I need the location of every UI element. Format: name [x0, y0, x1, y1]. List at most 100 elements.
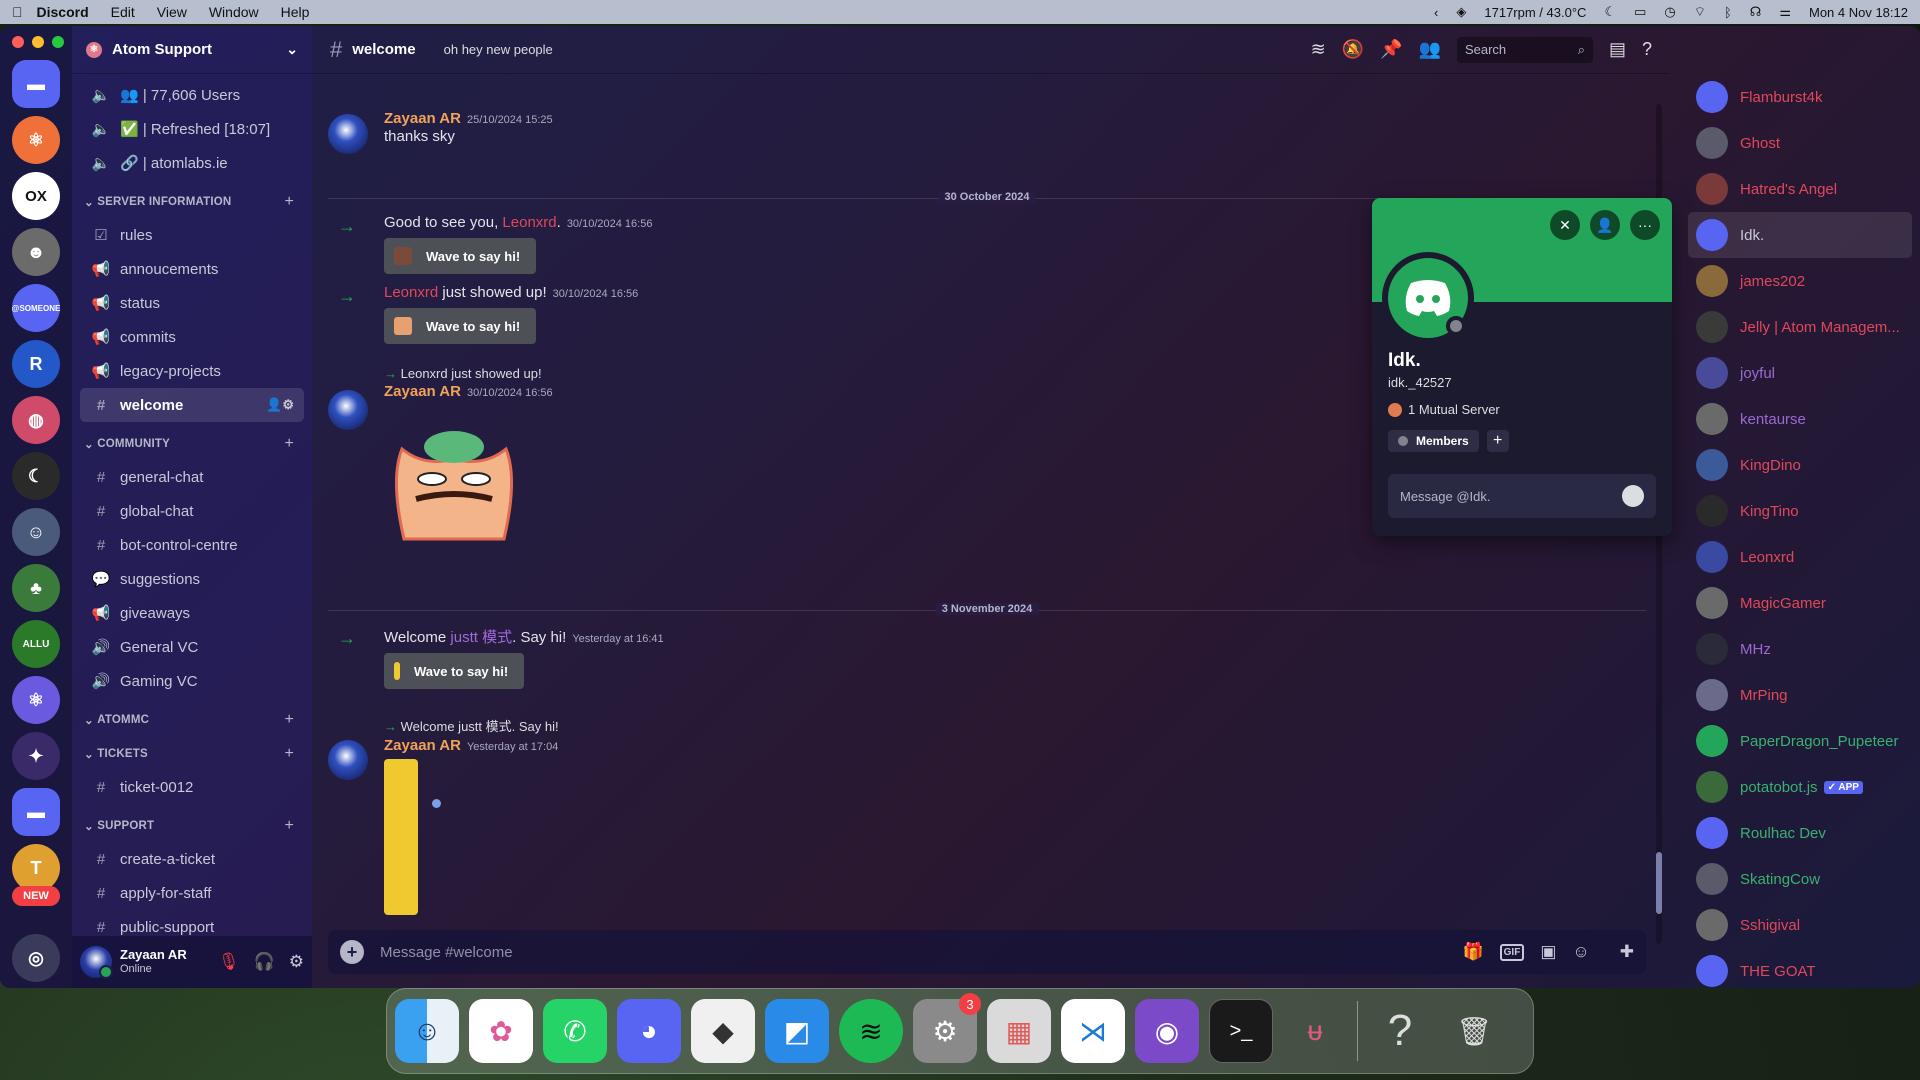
trash-icon[interactable]: 🗑	[1442, 999, 1506, 1063]
vscode-icon[interactable]: ⋊	[1061, 999, 1125, 1063]
atom-support-server-icon[interactable]: ⚛	[12, 116, 60, 164]
server-header[interactable]: ⚛ Atom Support ⌄	[72, 26, 312, 74]
menu-help[interactable]: Help	[281, 4, 310, 20]
direct-messages-folder-icon[interactable]: ▬	[12, 60, 60, 108]
message-input[interactable]: Message #welcome	[380, 944, 513, 961]
discord-icon[interactable]: ◕	[617, 999, 681, 1063]
profile-avatar[interactable]	[1382, 252, 1474, 344]
image-attachment[interactable]	[384, 759, 444, 915]
replied-message-preview[interactable]: Welcome justt 模式. Say hi!	[401, 719, 559, 734]
sparkle-server-icon[interactable]: ✦	[12, 732, 60, 780]
clock-icon[interactable]: ◷	[1664, 4, 1675, 20]
member-item[interactable]: MHz	[1688, 626, 1912, 672]
control-center-icon[interactable]: ⚌	[1779, 4, 1791, 20]
channel-general-chat[interactable]: # general-chat	[80, 460, 304, 494]
channel-suggestions[interactable]: 💬 suggestions	[80, 562, 304, 596]
someone-server-icon[interactable]: @SOMEONE	[12, 284, 60, 332]
terminal-icon[interactable]: >_	[1209, 999, 1273, 1063]
whatsapp-icon[interactable]: ✆	[543, 999, 607, 1063]
member-item[interactable]: SkatingCow	[1688, 856, 1912, 902]
minimize-window-button[interactable]	[32, 36, 44, 48]
channel-welcome[interactable]: # welcome 👤⚙	[80, 388, 304, 422]
roblox-icon[interactable]: ◆	[691, 999, 755, 1063]
moon-icon[interactable]: ☾	[1604, 4, 1616, 20]
channel-commits[interactable]: 📢 commits	[80, 320, 304, 354]
launchpad-icon[interactable]: ▦	[987, 999, 1051, 1063]
category-support[interactable]: ⌄ SUPPORT +	[80, 814, 304, 838]
member-item[interactable]: THE GOAT	[1688, 948, 1912, 988]
roblox-studio-icon[interactable]: ◩	[765, 999, 829, 1063]
channel-users-count[interactable]: 🔈 👥 | 77,606 Users	[80, 78, 304, 112]
menu-view[interactable]: View	[157, 4, 187, 20]
menu-app-name[interactable]: Discord	[37, 4, 89, 20]
scrollbar-thumb[interactable]	[1656, 852, 1662, 914]
chevron-down-icon[interactable]: ⌄	[286, 41, 298, 58]
santa-server-icon[interactable]: ♣	[12, 564, 60, 612]
channel-topic[interactable]: oh hey new people	[444, 42, 553, 57]
channel-rules[interactable]: ☑ rules	[80, 218, 304, 252]
finder-icon[interactable]: ☺	[395, 999, 459, 1063]
gift-icon[interactable]: 🎁	[1462, 942, 1483, 962]
block-icon[interactable]: ✕	[1550, 210, 1580, 240]
add-channel-icon[interactable]: +	[284, 435, 294, 453]
close-window-button[interactable]	[12, 36, 24, 48]
channel-ticket-0012[interactable]: # ticket-0012	[80, 770, 304, 804]
member-item[interactable]: KingDino	[1688, 442, 1912, 488]
joined-user-name[interactable]: Leonxrd	[384, 284, 438, 301]
add-friend-icon[interactable]: 👤	[1590, 210, 1620, 240]
message-author[interactable]: Zayaan AR	[384, 737, 461, 754]
server-avatar-icon[interactable]: ☻	[12, 228, 60, 276]
message-composer[interactable]: + Message #welcome 🎁 GIF ▣ ☺ ✚	[328, 930, 1646, 974]
mic-muted-icon[interactable]: 🎙	[218, 952, 240, 972]
member-item[interactable]: MrPing	[1688, 672, 1912, 718]
channel-status[interactable]: 📢 status	[80, 286, 304, 320]
zoom-window-button[interactable]	[52, 36, 64, 48]
allu-server-icon[interactable]: ALLU	[12, 620, 60, 668]
rainbow-server-icon[interactable]: T	[12, 844, 60, 892]
channel-global-chat[interactable]: # global-chat	[80, 494, 304, 528]
channel-general-vc[interactable]: 🔊 General VC	[80, 630, 304, 664]
member-list-icon[interactable]: 👥	[1419, 39, 1441, 60]
role-chip[interactable]: Members	[1388, 430, 1479, 452]
category-server-information[interactable]: ⌄ SERVER INFORMATION +	[80, 190, 304, 214]
channel-gaming-vc[interactable]: 🔊 Gaming VC	[80, 664, 304, 698]
member-item[interactable]: Leonxrd	[1688, 534, 1912, 580]
menu-window[interactable]: Window	[209, 4, 259, 20]
wave-button[interactable]: Wave to say hi!	[384, 653, 525, 689]
add-channel-icon[interactable]: +	[284, 745, 294, 763]
search-input[interactable]: Search ⌕	[1456, 36, 1593, 63]
ox-server-icon[interactable]: OX	[12, 172, 60, 220]
member-item[interactable]: Hatred's Angel	[1688, 166, 1912, 212]
layers-icon[interactable]: ◈	[1456, 4, 1466, 20]
system-settings-icon[interactable]: ⚙ 3	[913, 993, 981, 1063]
help-icon[interactable]: ?	[1368, 999, 1432, 1063]
avatar[interactable]	[328, 740, 368, 780]
anime-server-icon[interactable]: ☺	[12, 508, 60, 556]
channel-giveaways[interactable]: 📢 giveaways	[80, 596, 304, 630]
joined-user-name[interactable]: justt 模式	[450, 629, 512, 646]
channel-apply-for-staff[interactable]: # apply-for-staff	[80, 876, 304, 910]
avatar[interactable]	[328, 390, 368, 430]
menu-datetime[interactable]: Mon 4 Nov 18:12	[1809, 5, 1908, 20]
pin-icon[interactable]: 📌	[1380, 39, 1402, 60]
mutual-servers[interactable]: 1 Mutual Server	[1388, 402, 1500, 417]
wave-button[interactable]: Wave to say hi!	[384, 308, 537, 344]
replied-message-preview[interactable]: Leonxrd just showed up!	[401, 366, 542, 381]
member-item[interactable]: Ghost	[1688, 120, 1912, 166]
profile-message-input[interactable]: Message @Idk.	[1388, 474, 1656, 518]
headphones-icon[interactable]: 🎧	[254, 952, 275, 972]
mute-notifications-icon[interactable]: 🔕	[1342, 39, 1364, 60]
member-item[interactable]: MagicGamer	[1688, 580, 1912, 626]
emoji-icon[interactable]	[1622, 485, 1644, 507]
member-item[interactable]: PaperDragon_Pupeteer	[1688, 718, 1912, 764]
sticker-icon[interactable]: ▣	[1540, 942, 1556, 962]
add-attachment-icon[interactable]: +	[340, 940, 364, 964]
member-item[interactable]: potatobot.js ✓ APP	[1688, 764, 1912, 810]
channel-website[interactable]: 🔈 🔗 | atomlabs.ie	[80, 146, 304, 180]
channel-bot-control-centre[interactable]: # bot-control-centre	[80, 528, 304, 562]
atom-server-icon[interactable]: ⚛	[12, 676, 60, 724]
invite-and-settings-icons[interactable]: 👤⚙	[266, 397, 294, 413]
striped-server-icon[interactable]: ◍	[12, 396, 60, 444]
member-item[interactable]: Sshigival	[1688, 902, 1912, 948]
r-server-icon[interactable]: R	[12, 340, 60, 388]
